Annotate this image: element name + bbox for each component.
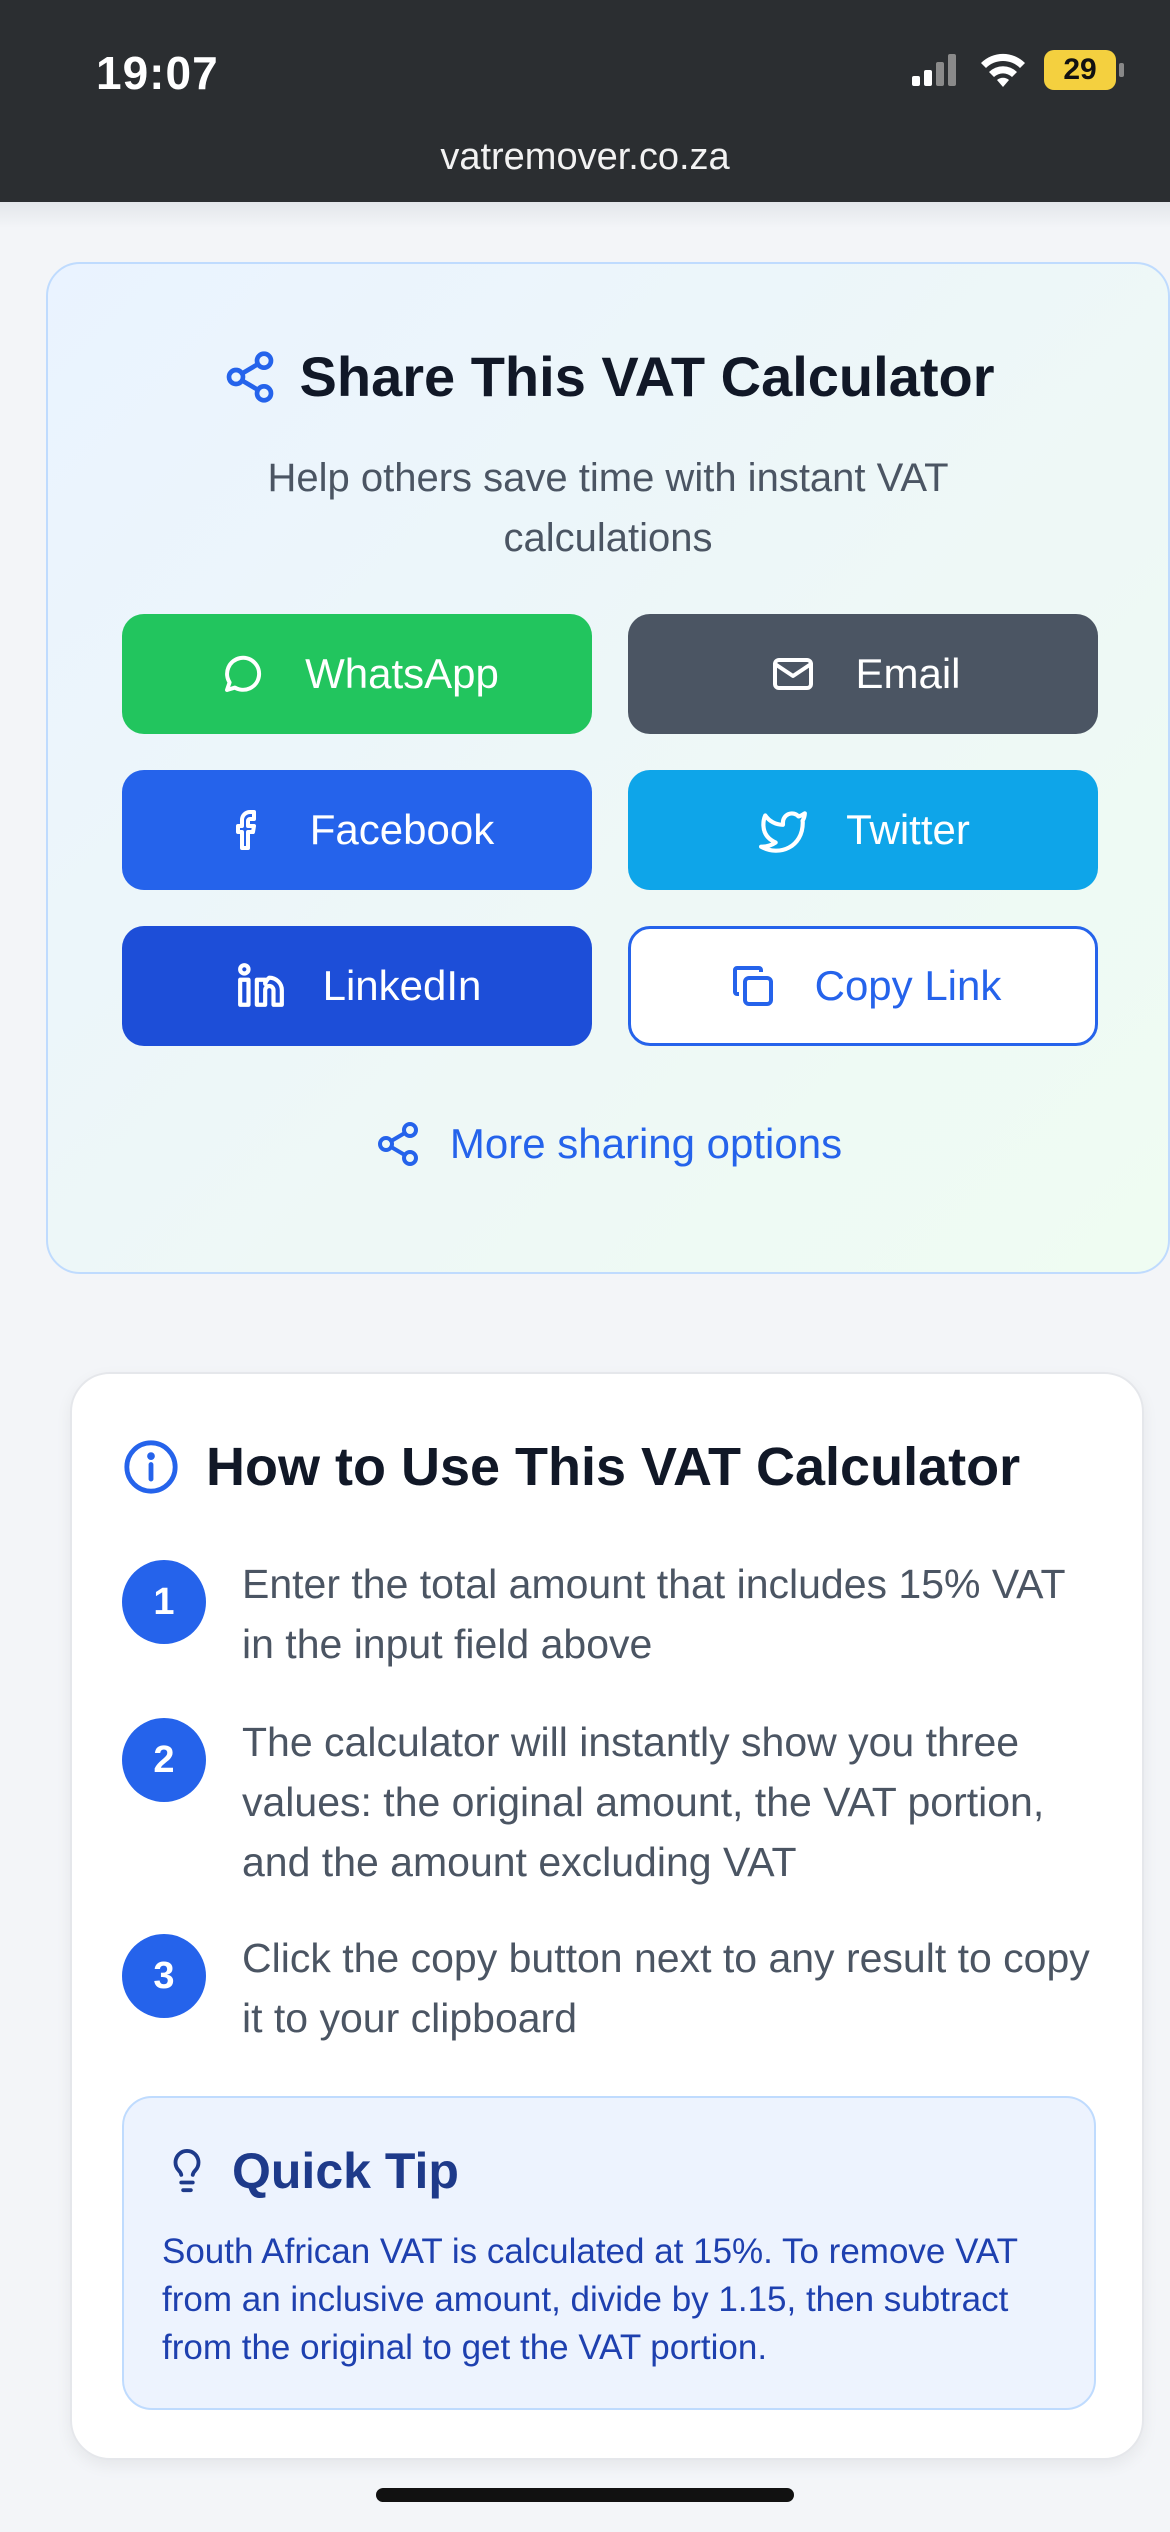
email-label: Email xyxy=(855,650,961,697)
more-sharing-options-link[interactable]: More sharing options xyxy=(48,1120,1168,1168)
quick-tip-title: Quick Tip xyxy=(232,2143,459,2199)
linkedin-share-button[interactable]: LinkedIn xyxy=(122,926,592,1046)
more-sharing-label: More sharing options xyxy=(449,1120,843,1167)
lightbulb-icon xyxy=(173,2149,201,2193)
signal-icon xyxy=(912,54,956,86)
quick-tip-header: Quick Tip xyxy=(164,2142,459,2200)
copy-icon xyxy=(725,958,781,1014)
status-icons: 29 xyxy=(910,50,1124,90)
how-to-header: How to Use This VAT Calculator xyxy=(122,1436,1020,1498)
linkedin-icon xyxy=(233,958,289,1014)
twitter-share-button[interactable]: Twitter xyxy=(628,770,1098,890)
step-number-badge: 3 xyxy=(122,1934,206,2018)
address-bar[interactable]: vatremover.co.za xyxy=(0,136,1170,179)
status-bar: 19:07 29 vatremover.co.za xyxy=(0,0,1170,202)
how-to-card: How to Use This VAT Calculator 1 Enter t… xyxy=(70,1372,1144,2460)
share-icon xyxy=(377,1122,418,1166)
copy-link-button[interactable]: Copy Link xyxy=(628,926,1098,1046)
battery-icon: 29 xyxy=(1044,50,1124,90)
share-subtitle: Help others save time with instant VAT c… xyxy=(267,456,949,560)
share-title: Share This VAT Calculator xyxy=(299,345,995,408)
facebook-label: Facebook xyxy=(309,806,495,853)
step-text: Enter the total amount that includes 15%… xyxy=(242,1561,1065,1667)
mail-icon xyxy=(765,646,821,702)
twitter-icon xyxy=(756,802,812,858)
divider xyxy=(0,202,1170,228)
info-icon xyxy=(124,1440,178,1494)
facebook-icon xyxy=(220,802,276,858)
how-to-title: How to Use This VAT Calculator xyxy=(206,1437,1021,1497)
linkedin-label: LinkedIn xyxy=(322,962,482,1009)
step-item: 1 Enter the total amount that includes 1… xyxy=(122,1560,1102,1674)
share-header: Share This VAT Calculator xyxy=(48,344,1168,409)
share-icon xyxy=(226,350,273,403)
step-text: The calculator will instantly show you t… xyxy=(242,1719,1045,1885)
step-number-badge: 2 xyxy=(122,1718,206,1802)
twitter-label: Twitter xyxy=(846,806,970,853)
status-time: 19:07 xyxy=(96,47,219,99)
copy-link-label: Copy Link xyxy=(814,962,1002,1009)
share-card: Share This VAT Calculator Help others sa… xyxy=(46,262,1170,1274)
whatsapp-label: WhatsApp xyxy=(305,650,499,697)
home-indicator[interactable] xyxy=(376,2488,794,2502)
whatsapp-share-button[interactable]: WhatsApp xyxy=(122,614,592,734)
quick-tip-box: Quick Tip South African VAT is calculate… xyxy=(122,2096,1096,2410)
step-text: Click the copy button next to any result… xyxy=(242,1935,1090,2041)
step-item: 3 Click the copy button next to any resu… xyxy=(122,1934,1102,2048)
email-share-button[interactable]: Email xyxy=(628,614,1098,734)
quick-tip-text: South African VAT is calculated at 15%. … xyxy=(162,2232,1018,2367)
whatsapp-icon xyxy=(215,646,271,702)
step-number-badge: 1 xyxy=(122,1560,206,1644)
step-item: 2 The calculator will instantly show you… xyxy=(122,1718,1102,1892)
wifi-icon xyxy=(981,53,1025,87)
facebook-share-button[interactable]: Facebook xyxy=(122,770,592,890)
